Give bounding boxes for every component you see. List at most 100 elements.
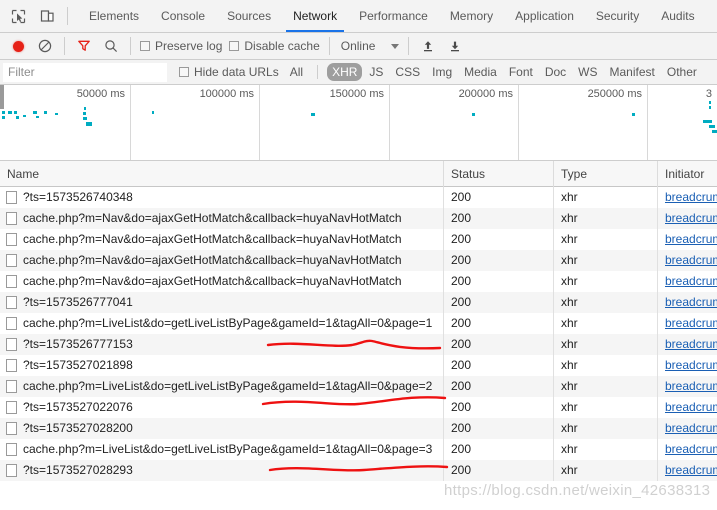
- request-name-cell[interactable]: cache.php?m=Nav&do=ajaxGetHotMatch&callb…: [0, 250, 443, 271]
- tab-label: Elements: [89, 9, 140, 23]
- table-row[interactable]: cache.php?m=LiveList&do=getLiveListByPag…: [0, 313, 717, 334]
- request-initiator-cell[interactable]: breadcrumb: [657, 376, 717, 397]
- initiator-link[interactable]: breadcrumb: [665, 442, 717, 456]
- request-name-cell[interactable]: cache.php?m=Nav&do=ajaxGetHotMatch&callb…: [0, 271, 443, 292]
- tab-sources[interactable]: Sources: [216, 0, 282, 32]
- initiator-link[interactable]: breadcrumb: [665, 274, 717, 288]
- hide-data-urls-checkbox[interactable]: Hide data URLs: [179, 65, 279, 79]
- column-header-initiator[interactable]: Initiator: [657, 160, 717, 187]
- initiator-link[interactable]: breadcrumb: [665, 190, 717, 204]
- tab-application[interactable]: Application: [504, 0, 585, 32]
- tab-network[interactable]: Network: [282, 0, 348, 32]
- filter-button[interactable]: [74, 36, 94, 56]
- initiator-link[interactable]: breadcrumb: [665, 232, 717, 246]
- initiator-link[interactable]: breadcrumb: [665, 379, 717, 393]
- request-name-cell[interactable]: cache.php?m=Nav&do=ajaxGetHotMatch&callb…: [0, 229, 443, 250]
- request-status-cell: 200: [443, 334, 553, 355]
- type-filter-js[interactable]: JS: [364, 63, 388, 81]
- initiator-link[interactable]: breadcrumb: [665, 358, 717, 372]
- clear-button[interactable]: [35, 36, 55, 56]
- request-initiator-cell[interactable]: breadcrumb: [657, 397, 717, 418]
- tab-security[interactable]: Security: [585, 0, 650, 32]
- table-row[interactable]: cache.php?m=Nav&do=ajaxGetHotMatch&callb…: [0, 250, 717, 271]
- type-filter-manifest[interactable]: Manifest: [605, 63, 660, 81]
- column-header-status[interactable]: Status: [443, 160, 553, 187]
- request-name-cell[interactable]: ?ts=1573527028293: [0, 460, 443, 481]
- table-row[interactable]: ?ts=1573527028293 200 xhr breadcrumb: [0, 460, 717, 481]
- type-filter-all[interactable]: All: [285, 63, 308, 81]
- tab-elements[interactable]: Elements: [78, 0, 150, 32]
- table-row[interactable]: ?ts=1573527028200 200 xhr breadcrumb: [0, 418, 717, 439]
- initiator-link[interactable]: breadcrumb: [665, 337, 717, 351]
- table-row[interactable]: cache.php?m=LiveList&do=getLiveListByPag…: [0, 439, 717, 460]
- request-name-cell[interactable]: ?ts=1573526777041: [0, 292, 443, 313]
- type-filter-img[interactable]: Img: [427, 63, 457, 81]
- initiator-link[interactable]: breadcrumb: [665, 400, 717, 414]
- record-button[interactable]: [8, 36, 28, 56]
- request-name-cell[interactable]: cache.php?m=LiveList&do=getLiveListByPag…: [0, 439, 443, 460]
- table-row[interactable]: ?ts=1573526777153 200 xhr breadcrumb: [0, 334, 717, 355]
- type-filter-xhr[interactable]: XHR: [327, 63, 363, 81]
- table-row[interactable]: cache.php?m=Nav&do=ajaxGetHotMatch&callb…: [0, 229, 717, 250]
- table-row[interactable]: ?ts=1573526740348 200 xhr breadcrumb: [0, 187, 717, 208]
- request-initiator-cell[interactable]: breadcrumb: [657, 439, 717, 460]
- table-row[interactable]: cache.php?m=Nav&do=ajaxGetHotMatch&callb…: [0, 271, 717, 292]
- request-initiator-cell[interactable]: breadcrumb: [657, 250, 717, 271]
- type-filter-font[interactable]: Font: [504, 63, 538, 81]
- request-initiator-cell[interactable]: breadcrumb: [657, 313, 717, 334]
- initiator-link[interactable]: breadcrumb: [665, 253, 717, 267]
- search-button[interactable]: [101, 36, 121, 56]
- tab-memory[interactable]: Memory: [439, 0, 504, 32]
- initiator-link[interactable]: breadcrumb: [665, 295, 717, 309]
- initiator-link[interactable]: breadcrumb: [665, 463, 717, 477]
- type-filter-ws[interactable]: WS: [573, 63, 602, 81]
- request-name-cell[interactable]: ?ts=1573527028200: [0, 418, 443, 439]
- request-name-cell[interactable]: ?ts=1573526740348: [0, 187, 443, 208]
- request-initiator-cell[interactable]: breadcrumb: [657, 229, 717, 250]
- tab-console[interactable]: Console: [150, 0, 216, 32]
- type-filter-css[interactable]: CSS: [390, 63, 425, 81]
- filter-input[interactable]: [3, 62, 167, 82]
- import-har-button[interactable]: [418, 36, 438, 56]
- request-name-cell[interactable]: cache.php?m=LiveList&do=getLiveListByPag…: [0, 376, 443, 397]
- request-initiator-cell[interactable]: breadcrumb: [657, 292, 717, 313]
- table-row[interactable]: ?ts=1573527021898 200 xhr breadcrumb: [0, 355, 717, 376]
- table-row[interactable]: ?ts=1573526777041 200 xhr breadcrumb: [0, 292, 717, 313]
- type-filter-other[interactable]: Other: [662, 63, 702, 81]
- table-row[interactable]: cache.php?m=LiveList&do=getLiveListByPag…: [0, 376, 717, 397]
- request-initiator-cell[interactable]: breadcrumb: [657, 271, 717, 292]
- initiator-link[interactable]: breadcrumb: [665, 316, 717, 330]
- request-name-cell[interactable]: ?ts=1573527021898: [0, 355, 443, 376]
- request-initiator-cell[interactable]: breadcrumb: [657, 355, 717, 376]
- request-initiator-cell[interactable]: breadcrumb: [657, 334, 717, 355]
- table-row[interactable]: ?ts=1573527022076 200 xhr breadcrumb: [0, 397, 717, 418]
- request-initiator-cell[interactable]: breadcrumb: [657, 418, 717, 439]
- preserve-log-checkbox[interactable]: Preserve log: [140, 39, 222, 53]
- request-name-cell[interactable]: cache.php?m=LiveList&do=getLiveListByPag…: [0, 313, 443, 334]
- tab-audits[interactable]: Audits: [650, 0, 705, 32]
- request-initiator-cell[interactable]: breadcrumb: [657, 187, 717, 208]
- overview-request-bar: [8, 111, 12, 114]
- download-arrow-icon: [451, 41, 460, 52]
- column-header-name[interactable]: Name: [0, 161, 443, 187]
- export-har-button[interactable]: [445, 36, 465, 56]
- request-name-cell[interactable]: ?ts=1573526777153: [0, 334, 443, 355]
- initiator-link[interactable]: breadcrumb: [665, 421, 717, 435]
- request-initiator-cell[interactable]: breadcrumb: [657, 208, 717, 229]
- device-toolbar-icon[interactable]: [37, 6, 57, 26]
- inspect-cursor-icon[interactable]: [8, 6, 28, 26]
- network-overview-timeline[interactable]: 50000 ms 100000 ms 150000 ms 200000 ms 2…: [0, 85, 717, 161]
- type-filter-media[interactable]: Media: [459, 63, 502, 81]
- table-row[interactable]: cache.php?m=Nav&do=ajaxGetHotMatch&callb…: [0, 208, 717, 229]
- initiator-link[interactable]: breadcrumb: [665, 211, 717, 225]
- request-name-cell[interactable]: ?ts=1573527022076: [0, 397, 443, 418]
- disable-cache-checkbox[interactable]: Disable cache: [229, 39, 320, 53]
- tab-performance[interactable]: Performance: [348, 0, 439, 32]
- type-filter-doc[interactable]: Doc: [540, 63, 571, 81]
- request-initiator-cell[interactable]: breadcrumb: [657, 460, 717, 481]
- overview-left-handle[interactable]: [0, 85, 4, 109]
- request-name-cell[interactable]: cache.php?m=Nav&do=ajaxGetHotMatch&callb…: [0, 208, 443, 229]
- column-header-type[interactable]: Type: [553, 160, 657, 187]
- request-status-cell: 200: [443, 439, 553, 460]
- throttling-dropdown[interactable]: Online: [339, 39, 400, 53]
